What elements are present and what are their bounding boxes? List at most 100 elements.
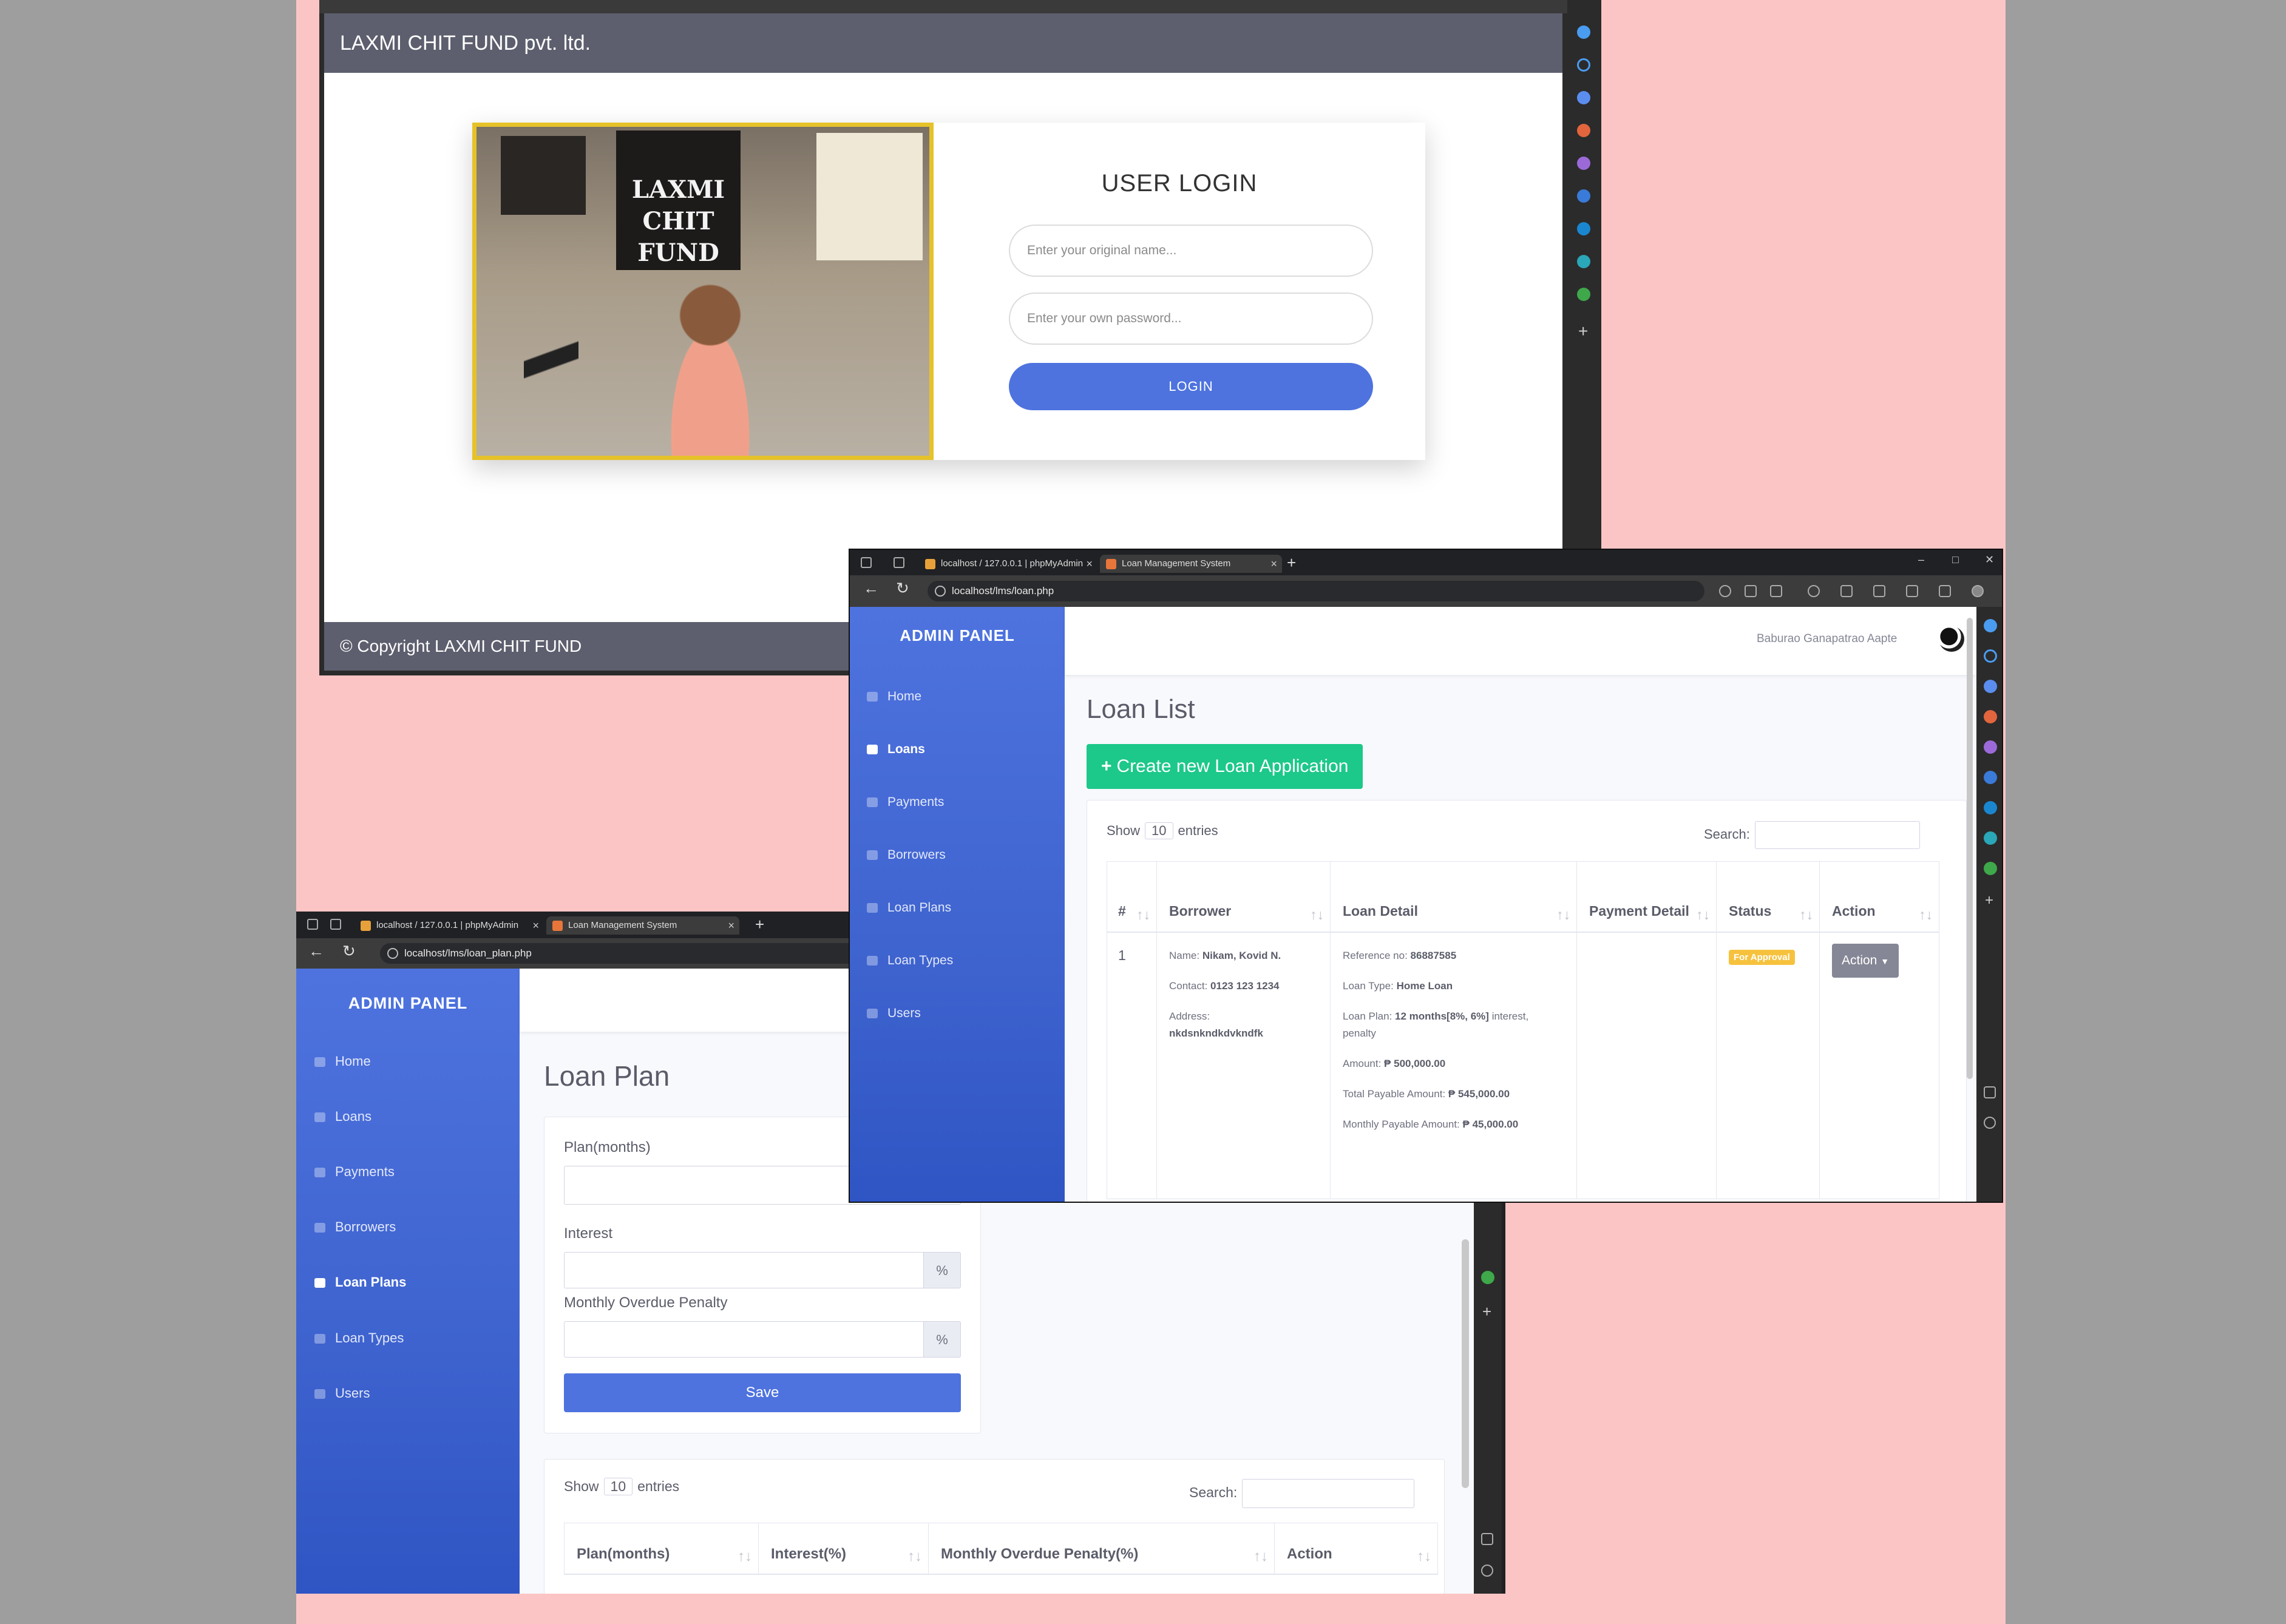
tab-loan-management[interactable]: Loan Management System × xyxy=(546,916,739,935)
settings-icon[interactable] xyxy=(1984,1117,1996,1129)
reload-icon[interactable]: ↻ xyxy=(896,579,909,598)
home-icon xyxy=(867,692,878,702)
sidebar-item-loan-types[interactable]: Loan Types xyxy=(867,953,953,968)
sidebar-item-borrowers[interactable]: Borrowers xyxy=(314,1219,396,1235)
tab-phpmyadmin[interactable]: localhost / 127.0.0.1 | phpMyAdmin × xyxy=(354,916,544,935)
read-aloud-icon[interactable] xyxy=(1745,585,1757,597)
tab-phpmyadmin[interactable]: localhost / 127.0.0.1 | phpMyAdmin × xyxy=(919,555,1097,573)
sidebar-item-payments[interactable]: Payments xyxy=(314,1164,395,1180)
send-icon[interactable] xyxy=(1984,831,1997,845)
username-input[interactable] xyxy=(1009,225,1373,277)
column-header[interactable]: Action ↑↓ xyxy=(1274,1523,1438,1575)
column-header[interactable]: Monthly Overdue Penalty(%) ↑↓ xyxy=(928,1523,1275,1575)
back-icon[interactable]: ← xyxy=(863,579,879,598)
outlook-icon[interactable] xyxy=(1577,222,1590,235)
tab-actions-icon[interactable] xyxy=(330,919,341,930)
sidebar-item-loan-plans[interactable]: Loan Plans xyxy=(314,1274,406,1290)
tag-icon[interactable] xyxy=(1984,680,1997,693)
workspaces-icon[interactable] xyxy=(861,557,872,568)
close-icon[interactable]: × xyxy=(1270,555,1277,573)
sidebar-item-loans[interactable]: Loans xyxy=(867,742,925,757)
sidebar-item-loan-plans[interactable]: Loan Plans xyxy=(867,901,951,915)
add-icon[interactable]: + xyxy=(1985,892,1993,909)
avatar[interactable] xyxy=(1939,626,1964,652)
search-input[interactable] xyxy=(1754,821,1920,849)
bell-icon[interactable] xyxy=(1577,25,1590,39)
sidebar-item-home[interactable]: Home xyxy=(314,1054,371,1069)
sidebar-item-users[interactable]: Users xyxy=(867,1006,921,1021)
new-tab-icon[interactable]: + xyxy=(1287,553,1296,572)
user-name[interactable]: Baburao Ganapatrao Aapte xyxy=(1757,632,1897,646)
favorites-icon[interactable] xyxy=(1873,585,1885,597)
tree-icon[interactable] xyxy=(1984,862,1997,875)
entries-select[interactable]: 10 xyxy=(1145,822,1173,839)
login-button[interactable]: LOGIN xyxy=(1009,363,1373,410)
tab-loan-management[interactable]: Loan Management System × xyxy=(1100,555,1282,573)
reload-icon[interactable]: ↻ xyxy=(342,942,356,961)
people-icon[interactable] xyxy=(1577,157,1590,170)
add-icon[interactable]: + xyxy=(1578,322,1588,341)
favorite-icon[interactable] xyxy=(1770,585,1782,597)
send-icon[interactable] xyxy=(1577,255,1590,268)
copilot-icon[interactable] xyxy=(1984,771,1997,784)
minimize-icon[interactable]: – xyxy=(1918,553,1924,566)
search-icon[interactable] xyxy=(1984,649,1997,663)
column-header[interactable]: Interest(%) ↑↓ xyxy=(758,1523,929,1575)
sidebar-item-loans[interactable]: Loans xyxy=(314,1109,371,1125)
action-dropdown-button[interactable]: Action ▼ xyxy=(1832,943,1899,978)
column-header[interactable]: Payment Detail ↑↓ xyxy=(1576,861,1717,933)
close-icon[interactable]: × xyxy=(728,916,734,935)
create-loan-button[interactable]: + Create new Loan Application xyxy=(1087,744,1363,789)
profile-icon[interactable] xyxy=(1972,585,1984,597)
bell-icon[interactable] xyxy=(1984,619,1997,632)
column-header[interactable]: Borrower ↑↓ xyxy=(1156,861,1331,933)
search-icon[interactable] xyxy=(1577,58,1590,72)
add-icon[interactable]: + xyxy=(1482,1302,1491,1321)
sidebar-item-home[interactable]: Home xyxy=(867,689,921,704)
new-tab-icon[interactable]: + xyxy=(755,915,764,934)
column-header[interactable]: Plan(months) ↑↓ xyxy=(564,1523,759,1575)
interest-input[interactable] xyxy=(564,1252,924,1288)
tab-actions-icon[interactable] xyxy=(894,557,904,568)
info-icon[interactable] xyxy=(935,586,946,597)
tree-icon[interactable] xyxy=(1481,1271,1494,1284)
column-header[interactable]: # ↑↓ xyxy=(1107,861,1157,933)
outlook-icon[interactable] xyxy=(1984,801,1997,814)
scrollbar[interactable] xyxy=(1967,618,1973,1079)
close-icon[interactable]: × xyxy=(532,916,539,935)
info-icon[interactable] xyxy=(387,948,398,959)
maximize-icon[interactable]: □ xyxy=(1952,553,1959,566)
split-screen-icon[interactable] xyxy=(1840,585,1853,597)
save-button[interactable]: Save xyxy=(564,1373,961,1412)
toolbox-icon[interactable] xyxy=(1984,710,1997,723)
url-field[interactable]: localhost/lms/loan.php xyxy=(928,581,1704,601)
entries-select[interactable]: 10 xyxy=(603,1478,633,1495)
column-header[interactable]: Loan Detail ↑↓ xyxy=(1330,861,1577,933)
close-window-icon[interactable]: ✕ xyxy=(1985,553,1994,566)
password-input[interactable] xyxy=(1009,293,1373,345)
refresh-extension-icon[interactable] xyxy=(1808,585,1820,597)
collections-icon[interactable] xyxy=(1906,585,1918,597)
column-header[interactable]: Action ↑↓ xyxy=(1819,861,1939,933)
sidebar-toggle-icon[interactable] xyxy=(1481,1533,1493,1545)
back-icon[interactable]: ← xyxy=(308,942,324,961)
toolbox-icon[interactable] xyxy=(1577,124,1590,137)
penalty-input[interactable] xyxy=(564,1321,924,1358)
settings-icon[interactable] xyxy=(1481,1565,1493,1577)
search-input[interactable] xyxy=(1242,1479,1415,1508)
workspaces-icon[interactable] xyxy=(307,919,318,930)
close-icon[interactable]: × xyxy=(1086,555,1093,573)
people-icon[interactable] xyxy=(1984,740,1997,754)
tag-icon[interactable] xyxy=(1577,91,1590,104)
column-header[interactable]: Status ↑↓ xyxy=(1716,861,1820,933)
sidebar-toggle-icon[interactable] xyxy=(1984,1086,1996,1098)
sidebar-item-borrowers[interactable]: Borrowers xyxy=(867,848,946,862)
scrollbar[interactable] xyxy=(1462,1239,1469,1488)
tree-icon[interactable] xyxy=(1577,288,1590,301)
feedback-icon[interactable] xyxy=(1939,585,1951,597)
copilot-icon[interactable] xyxy=(1577,189,1590,203)
zoom-icon[interactable] xyxy=(1719,585,1731,597)
sidebar-item-payments[interactable]: Payments xyxy=(867,795,944,810)
sidebar-item-users[interactable]: Users xyxy=(314,1385,370,1401)
sidebar-item-loan-types[interactable]: Loan Types xyxy=(314,1330,404,1346)
